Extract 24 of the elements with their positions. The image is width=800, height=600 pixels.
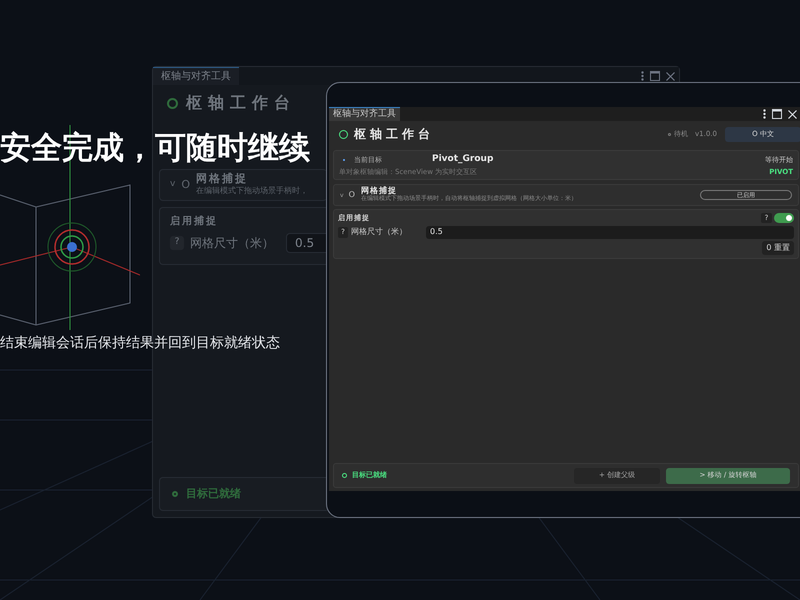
slide-subtitle: 结束编辑会话后保持结果并回到目标就绪状态: [0, 334, 280, 353]
reset-button[interactable]: 0 重置: [762, 241, 794, 255]
more-options-icon[interactable]: [763, 109, 766, 119]
status-ring-icon: [339, 130, 348, 138]
grid-size-field[interactable]: 0.5: [286, 233, 326, 253]
field-label: 网格尺寸（米）: [351, 226, 408, 238]
panel-tab[interactable]: 枢轴与对齐工具: [329, 107, 400, 121]
panel-tab[interactable]: 枢轴与对齐工具: [153, 67, 239, 85]
slide-headline: 安全完成，可随时继续: [0, 129, 310, 168]
toggle-switch[interactable]: [774, 213, 794, 224]
grid-size-field[interactable]: 0.5: [426, 226, 794, 239]
section-description: 在编辑模式下拖动场景手柄时，: [196, 185, 308, 197]
section-icon: O: [348, 189, 355, 201]
section-title: 网格捕捉: [360, 187, 398, 195]
section-title: 网格捕捉: [196, 173, 249, 185]
snap-label: 启用捕捉: [170, 214, 218, 229]
window-title: 枢轴工作台: [354, 126, 434, 143]
status-ring-icon: [167, 98, 178, 108]
window-title: 枢轴工作台: [186, 92, 296, 114]
status-text: 目标已就绪: [186, 486, 241, 502]
help-button[interactable]: ?: [170, 236, 184, 250]
section-icon: O: [181, 176, 190, 194]
target-name: Pivot_Group: [432, 153, 494, 166]
field-label: 网格尺寸（米）: [190, 235, 275, 252]
